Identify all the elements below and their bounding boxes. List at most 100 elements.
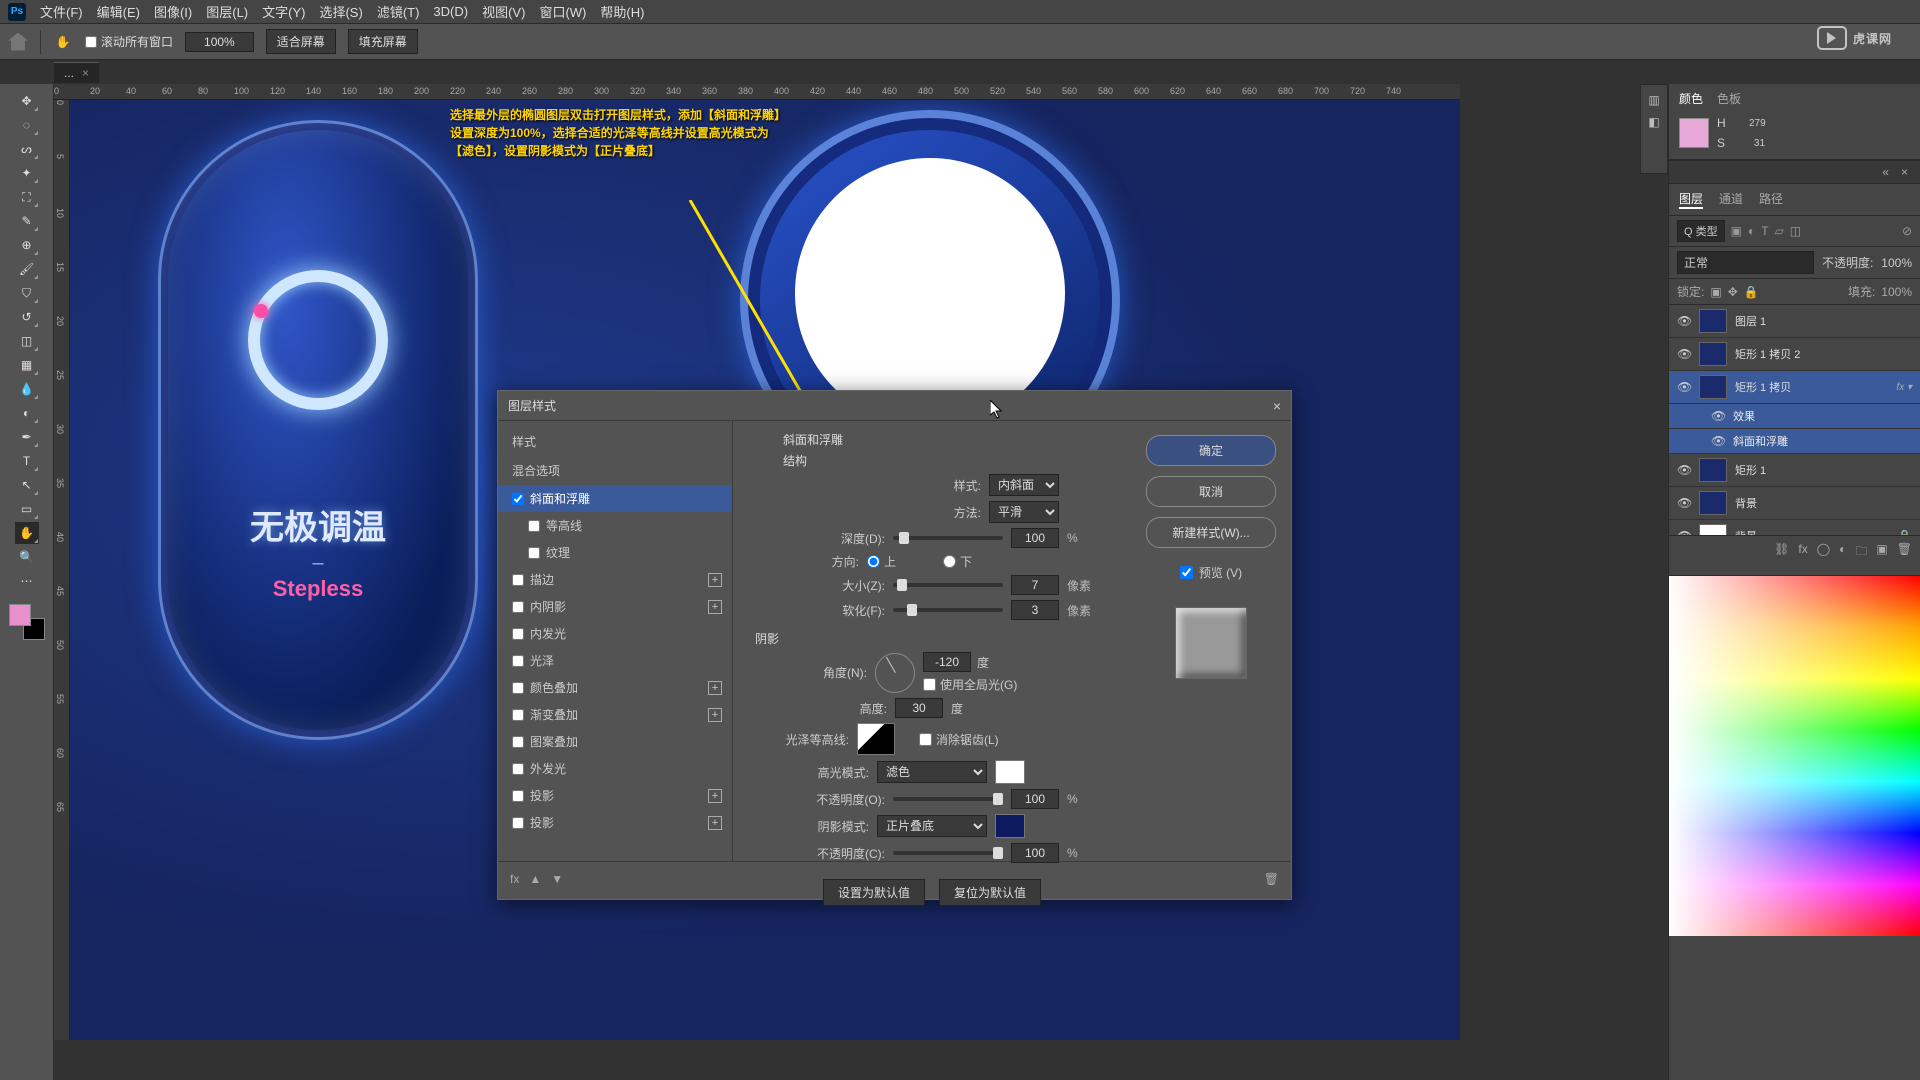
visibility-icon[interactable]: 👁 <box>1677 463 1691 477</box>
h-value[interactable]: 279 <box>1734 118 1766 129</box>
effect-颜色叠加[interactable]: 颜色叠加+ <box>498 674 732 701</box>
filter-smart-icon[interactable]: ◫ <box>1790 224 1801 238</box>
shadow-opacity-input[interactable]: 100 <box>1011 843 1059 863</box>
ok-button[interactable]: 确定 <box>1146 435 1276 466</box>
make-default-button[interactable]: 设置为默认值 <box>823 879 925 906</box>
adjust-icon[interactable]: ◐ <box>1839 542 1846 563</box>
effect-渐变叠加[interactable]: 渐变叠加+ <box>498 701 732 728</box>
close-tab-icon[interactable]: × <box>82 66 89 80</box>
brush-tool-icon[interactable]: 🖌 <box>15 258 39 280</box>
document-tab[interactable]: ... × <box>54 62 99 83</box>
layer-row[interactable]: 👁矩形 1 拷贝 2 <box>1669 338 1920 371</box>
filter-pixel-icon[interactable]: ▣ <box>1731 224 1742 238</box>
menu-window[interactable]: 窗口(W) <box>539 2 586 21</box>
menu-image[interactable]: 图像(I) <box>154 2 192 21</box>
angle-input[interactable]: -120 <box>923 652 971 672</box>
styles-header[interactable]: 样式 <box>498 427 732 456</box>
preview-checkbox[interactable]: 预览 (V) <box>1180 564 1242 581</box>
collapsed-panels[interactable]: ▥ ◧ <box>1640 84 1668 174</box>
visibility-icon[interactable]: 👁 <box>1677 496 1691 510</box>
depth-input[interactable]: 100 <box>1011 528 1059 548</box>
new-layer-icon[interactable]: ▣ <box>1876 542 1887 563</box>
highlight-opacity-input[interactable]: 100 <box>1011 789 1059 809</box>
direction-down-radio[interactable]: 下 <box>943 553 1011 570</box>
depth-slider[interactable] <box>893 536 1003 540</box>
history-brush-icon[interactable]: ↺ <box>15 306 39 328</box>
effect-投影[interactable]: 投影+ <box>498 809 732 836</box>
layer-row[interactable]: 👁图层 1 <box>1669 305 1920 338</box>
color-swatch[interactable] <box>1679 118 1709 148</box>
fg-bg-swatch[interactable] <box>7 602 47 642</box>
style-select[interactable]: 内斜面 <box>989 474 1059 496</box>
menu-layer[interactable]: 图层(L) <box>206 2 248 21</box>
opacity-value[interactable]: 100% <box>1881 256 1912 270</box>
layer-row[interactable]: 👁斜面和浮雕 <box>1669 429 1920 454</box>
shape-tool-icon[interactable]: ▭ <box>15 498 39 520</box>
visibility-icon[interactable]: 👁 <box>1677 529 1691 535</box>
angle-control[interactable] <box>875 653 915 693</box>
cancel-button[interactable]: 取消 <box>1146 476 1276 507</box>
filter-type-icon[interactable]: T <box>1761 224 1768 238</box>
dialog-close-icon[interactable]: × <box>1273 398 1281 414</box>
altitude-input[interactable]: 30 <box>895 698 943 718</box>
blur-tool-icon[interactable]: 💧 <box>15 378 39 400</box>
add-instance-icon[interactable]: + <box>708 816 722 830</box>
up-icon[interactable]: ▲ <box>529 872 541 886</box>
tab-color[interactable]: 颜色 <box>1679 90 1703 107</box>
method-select[interactable]: 平滑 <box>989 501 1059 523</box>
menu-filter[interactable]: 滤镜(T) <box>377 2 420 21</box>
effect-斜面和浮雕[interactable]: 斜面和浮雕 <box>498 485 732 512</box>
layer-filter-kind[interactable]: Q 类型 <box>1677 220 1725 242</box>
wand-tool-icon[interactable]: ✦ <box>15 162 39 184</box>
tab-layers[interactable]: 图层 <box>1679 190 1703 209</box>
trash-icon[interactable]: 🗑 <box>1264 872 1279 886</box>
dialog-titlebar[interactable]: 图层样式 × <box>498 391 1291 421</box>
fit-screen-button[interactable]: 适合屏幕 <box>266 29 336 54</box>
group-icon[interactable]: 🗀 <box>1855 542 1867 563</box>
visibility-icon[interactable]: 👁 <box>1677 347 1691 361</box>
s-value[interactable]: 31 <box>1733 138 1765 149</box>
highlight-color-swatch[interactable] <box>995 760 1025 784</box>
fx-icon[interactable]: fx <box>510 872 519 886</box>
size-input[interactable]: 7 <box>1011 575 1059 595</box>
soften-input[interactable]: 3 <box>1011 600 1059 620</box>
fill-value[interactable]: 100% <box>1881 285 1912 299</box>
effect-描边[interactable]: 描边+ <box>498 566 732 593</box>
add-instance-icon[interactable]: + <box>708 681 722 695</box>
visibility-icon[interactable]: 👁 <box>1711 409 1725 423</box>
menu-type[interactable]: 文字(Y) <box>262 2 305 21</box>
menu-help[interactable]: 帮助(H) <box>600 2 644 21</box>
layer-row[interactable]: 👁背景🔒 <box>1669 520 1920 535</box>
fill-screen-button[interactable]: 填充屏幕 <box>348 29 418 54</box>
eraser-tool-icon[interactable]: ◫ <box>15 330 39 352</box>
filter-shape-icon[interactable]: ▱ <box>1775 224 1784 238</box>
path-select-icon[interactable]: ↖ <box>15 474 39 496</box>
menu-select[interactable]: 选择(S) <box>319 2 362 21</box>
lock-position-icon[interactable]: ✥ <box>1728 285 1738 299</box>
blend-options-header[interactable]: 混合选项 <box>498 456 732 485</box>
menu-3d[interactable]: 3D(D) <box>433 4 468 19</box>
layer-row[interactable]: 👁效果 <box>1669 404 1920 429</box>
eyedropper-tool-icon[interactable]: ✎ <box>15 210 39 232</box>
scroll-all-checkbox[interactable]: 滚动所有窗口 <box>85 33 173 50</box>
add-instance-icon[interactable]: + <box>708 708 722 722</box>
crop-tool-icon[interactable]: ⛶ <box>15 186 39 208</box>
shadow-color-swatch[interactable] <box>995 814 1025 838</box>
delete-icon[interactable]: 🗑 <box>1897 542 1912 563</box>
hand-tool-icon[interactable]: ✋ <box>53 32 73 52</box>
shadow-mode-select[interactable]: 正片叠底 <box>877 815 987 837</box>
effect-纹理[interactable]: 纹理 <box>498 539 732 566</box>
shadow-opacity-slider[interactable] <box>893 851 1003 855</box>
tab-swatches[interactable]: 色板 <box>1717 90 1741 107</box>
menu-file[interactable]: 文件(F) <box>40 2 83 21</box>
tab-channels[interactable]: 通道 <box>1719 190 1743 209</box>
pen-tool-icon[interactable]: ✒ <box>15 426 39 448</box>
reset-default-button[interactable]: 复位为默认值 <box>939 879 1041 906</box>
lock-pixels-icon[interactable]: ▣ <box>1710 285 1721 299</box>
panel-icon[interactable]: ◧ <box>1648 115 1659 129</box>
close-icon[interactable]: × <box>1897 165 1912 179</box>
visibility-icon[interactable]: 👁 <box>1677 380 1691 394</box>
move-tool-icon[interactable]: ✥ <box>15 90 39 112</box>
zoom-tool-icon[interactable]: 🔍 <box>15 546 39 568</box>
stamp-tool-icon[interactable]: ⛉ <box>15 282 39 304</box>
